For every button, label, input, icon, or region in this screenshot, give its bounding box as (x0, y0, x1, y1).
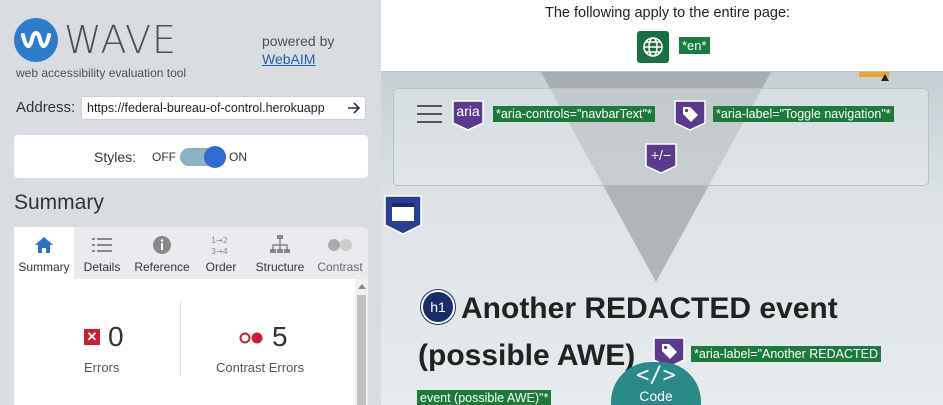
errors-label: Errors (84, 360, 120, 375)
alert-icon-fragment[interactable] (859, 68, 895, 81)
styles-toggle[interactable] (180, 146, 226, 168)
summary-panel: ✕ 0 Errors 5 Contrast Errors (14, 279, 368, 405)
info-icon (152, 235, 172, 255)
heading-aria-label-tag-line2: event (possible AWE)"* (417, 390, 552, 405)
webaim-link[interactable]: WebAIM (262, 51, 315, 67)
contrast-error-icon (238, 331, 264, 344)
contrast-errors-label: Contrast Errors (216, 360, 305, 375)
error-icon: ✕ (84, 329, 100, 345)
wave-extension-window: { "sidebar": { "logo_word": "WAVE", "tag… (0, 0, 943, 405)
page-preview: The following apply to the entire page: … (381, 0, 943, 405)
powered-by-text: powered by (262, 33, 335, 49)
wave-logo: WAVE (14, 18, 177, 62)
svg-text:1→2: 1→2 (211, 236, 228, 245)
tagline: web accessibility evaluation tool (16, 66, 187, 80)
styles-toggle-card: Styles: OFF ON (14, 135, 368, 178)
wave-logo-icon (14, 18, 58, 62)
scroll-up-icon[interactable] (358, 284, 366, 289)
code-button-label: Code (639, 388, 673, 404)
structure-icon (269, 235, 291, 255)
errors-count: 0 (108, 321, 124, 352)
address-go-icon[interactable] (344, 97, 364, 119)
styles-toggle-knob (204, 146, 226, 168)
list-icon (92, 235, 112, 255)
tab-reference-label: Reference (134, 260, 190, 274)
tab-contrast-label: Contrast (317, 260, 363, 274)
tab-details[interactable]: Details (74, 227, 130, 279)
styles-on-label: ON (229, 150, 247, 164)
hamburger-menu-icon[interactable] (417, 105, 442, 123)
code-icon: </> (636, 363, 676, 388)
page-level-banner: The following apply to the entire page: … (381, 0, 943, 72)
panel-tabs: Summary Details Reference 1→2 3→4 Order S… (14, 227, 368, 279)
tab-order-label: Order (205, 260, 237, 274)
order-icon: 1→2 3→4 (210, 235, 232, 256)
wave-sidebar: WAVE web accessibility evaluation tool p… (0, 0, 381, 405)
home-icon (34, 235, 54, 255)
tab-details-label: Details (83, 260, 121, 274)
tab-structure[interactable]: Structure (248, 227, 312, 279)
summary-heading: Summary (14, 191, 104, 214)
aria-icon-text: aria (456, 103, 480, 119)
summary-divider (180, 301, 181, 376)
window-landmark-icon[interactable] (384, 195, 422, 235)
globe-icon[interactable] (637, 31, 669, 63)
contrast-icon (327, 235, 353, 255)
expanded-state-icon[interactable]: +/− (644, 140, 678, 174)
h1-icon[interactable]: h1 (421, 290, 455, 324)
language-tag: *en* (679, 37, 710, 54)
heading-aria-label-tag-line1: *aria-label="Another REDACTED (691, 346, 882, 362)
aria-controls-tag: *aria-controls="navbarText"* (493, 106, 655, 122)
tab-reference[interactable]: Reference (130, 227, 194, 279)
address-input[interactable]: https://federal-bureau-of-control.heroku… (81, 96, 366, 120)
aria-label-tag-icon[interactable] (673, 97, 707, 131)
tab-order[interactable]: 1→2 3→4 Order (194, 227, 248, 279)
svg-text:3→4: 3→4 (211, 247, 228, 256)
aria-icon[interactable]: aria (451, 97, 485, 131)
tab-summary[interactable]: Summary (14, 227, 74, 279)
tab-summary-label: Summary (18, 260, 70, 274)
styles-off-label: OFF (152, 150, 176, 164)
expanded-state-text: +/− (650, 147, 672, 163)
panel-scrollbar[interactable] (355, 279, 368, 405)
contrast-errors-count: 5 (272, 321, 288, 352)
scroll-thumb[interactable] (357, 295, 366, 405)
tab-structure-label: Structure (255, 260, 305, 274)
address-label: Address: (16, 99, 76, 116)
tab-contrast[interactable]: Contrast (312, 227, 368, 279)
logo-wordmark: WAVE (64, 18, 178, 62)
banner-text: The following apply to the entire page: (545, 5, 791, 21)
aria-label-toggle-tag: *aria-label="Toggle navigation"* (713, 106, 894, 122)
styles-label: Styles: (94, 149, 137, 165)
